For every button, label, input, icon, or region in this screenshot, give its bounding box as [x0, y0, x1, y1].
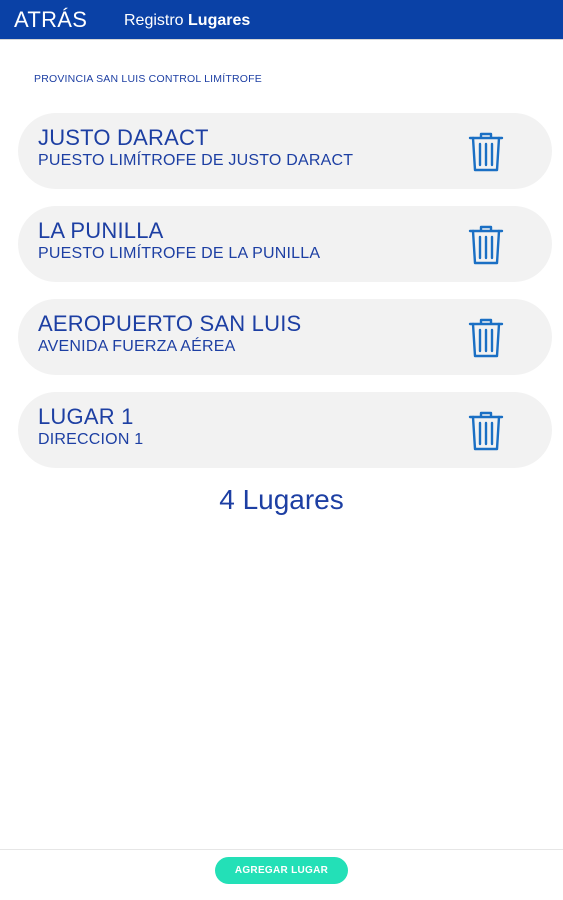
place-card[interactable]: LA PUNILLA PUESTO LIMÍTROFE DE LA PUNILL…: [18, 206, 552, 282]
page-title: Registro Lugares: [124, 12, 250, 30]
places-count: 4 Lugares: [219, 484, 344, 515]
place-card[interactable]: AEROPUERTO SAN LUIS AVENIDA FUERZA AÉREA: [18, 299, 552, 375]
place-card[interactable]: JUSTO DARACT PUESTO LIMÍTROFE DE JUSTO D…: [18, 113, 552, 189]
page-title-prefix: Registro: [124, 12, 184, 29]
section-heading: PROVINCIA SAN LUIS CONTROL LIMÍTROFE: [34, 73, 262, 85]
delete-place-button[interactable]: [468, 131, 504, 173]
place-card[interactable]: LUGAR 1 DIRECCION 1: [18, 392, 552, 468]
trash-icon: [468, 132, 504, 172]
back-button[interactable]: ATRÁS: [14, 7, 87, 33]
trash-icon: [468, 225, 504, 265]
delete-place-button[interactable]: [468, 317, 504, 359]
delete-place-button[interactable]: [468, 410, 504, 452]
add-place-button[interactable]: AGREGAR LUGAR: [215, 857, 348, 884]
place-address: PUESTO LIMÍTROFE DE LA PUNILLA: [38, 245, 321, 262]
place-name: LUGAR 1: [38, 404, 134, 429]
top-bar: ATRÁS Registro Lugares: [0, 0, 563, 40]
place-address: AVENIDA FUERZA AÉREA: [38, 338, 236, 355]
page-title-strong: Lugares: [188, 12, 251, 29]
place-address: PUESTO LIMÍTROFE DE JUSTO DARACT: [38, 152, 354, 169]
place-name: LA PUNILLA: [38, 218, 164, 243]
place-name: JUSTO DARACT: [38, 125, 209, 150]
place-name: AEROPUERTO SAN LUIS: [38, 311, 302, 336]
trash-icon: [468, 411, 504, 451]
bottom-divider: [0, 849, 563, 850]
place-address: DIRECCION 1: [38, 431, 144, 448]
delete-place-button[interactable]: [468, 224, 504, 266]
trash-icon: [468, 318, 504, 358]
